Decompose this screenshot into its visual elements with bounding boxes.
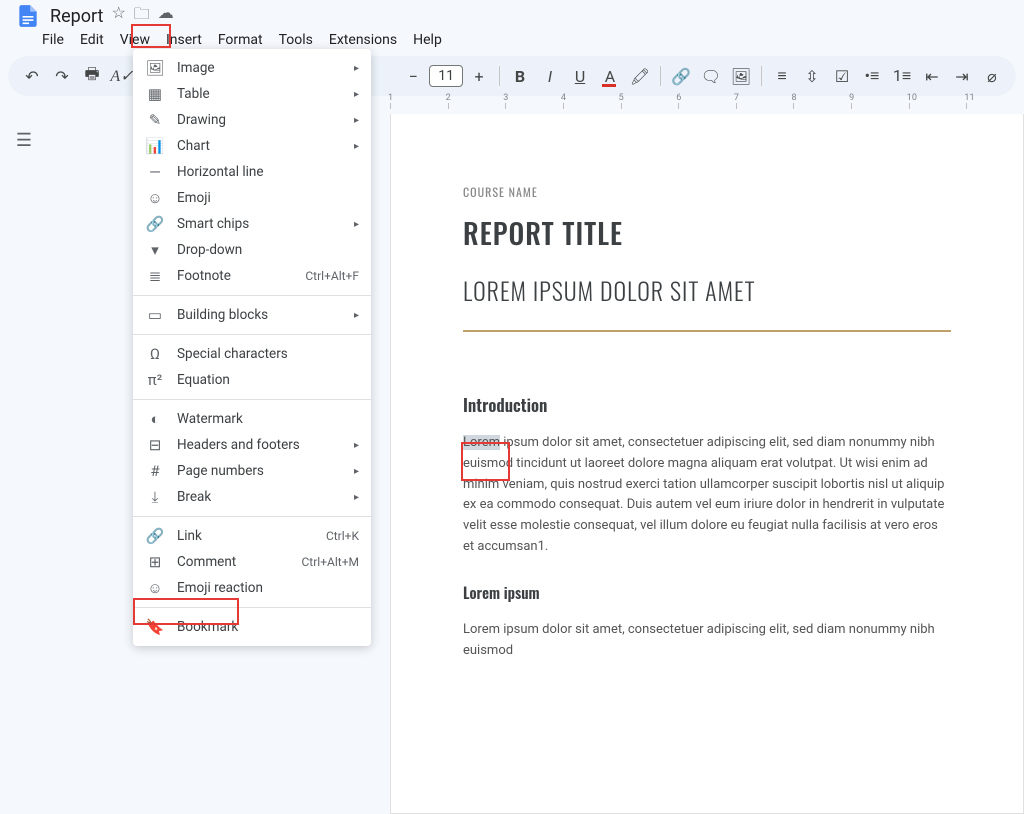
menu-item-smart-chips[interactable]: 🔗Smart chips▸ [133, 211, 371, 237]
submenu-arrow-icon: ▸ [354, 466, 359, 477]
outline-toggle-icon[interactable]: ☰ [16, 130, 32, 644]
menu-item-special-characters[interactable]: ΩSpecial characters [133, 341, 371, 367]
bold-button[interactable]: B [506, 62, 534, 90]
font-size-increase[interactable]: + [465, 62, 493, 90]
drop-down-icon: ▾ [145, 240, 165, 260]
comment-icon: ⊞ [145, 552, 165, 572]
menu-tools[interactable]: Tools [271, 30, 321, 50]
menu-item-chart[interactable]: 📊Chart▸ [133, 133, 371, 159]
course-name-eyebrow: COURSE NAME [463, 184, 951, 201]
introduction-paragraph: Lorem ipsum dolor sit amet, consectetuer… [463, 433, 951, 558]
menu-item-emoji-reaction[interactable]: ☺Emoji reaction [133, 575, 371, 601]
submenu-arrow-icon: ▸ [354, 89, 359, 100]
lorem-ipsum-heading: Lorem ipsum [463, 582, 951, 604]
table-icon: ▦ [145, 84, 165, 104]
print-button[interactable]: 🖶 [78, 62, 106, 90]
equation-icon: π² [145, 370, 165, 390]
chart-icon: 📊 [145, 136, 165, 156]
menu-item-footnote[interactable]: ≣FootnoteCtrl+Alt+F [133, 263, 371, 289]
menu-edit[interactable]: Edit [72, 30, 112, 50]
document-page[interactable]: COURSE NAME REPORT TITLE LOREM IPSUM DOL… [390, 114, 1024, 814]
submenu-arrow-icon: ▸ [354, 492, 359, 503]
insert-link-button[interactable]: 🔗 [667, 62, 695, 90]
font-size-input[interactable]: 11 [429, 65, 463, 87]
menu-item-drawing[interactable]: ✎Drawing▸ [133, 107, 371, 133]
menu-help[interactable]: Help [405, 30, 450, 50]
menu-item-comment[interactable]: ⊞CommentCtrl+Alt+M [133, 549, 371, 575]
menu-item-image[interactable]: 🖼Image▸ [133, 55, 371, 81]
special-characters-icon: Ω [145, 344, 165, 364]
report-subtitle: LOREM IPSUM DOLOR SIT AMET [463, 272, 951, 308]
insert-menu-dropdown: 🖼Image▸▦Table▸✎Drawing▸📊Chart▸―Horizonta… [133, 49, 371, 646]
link-icon: 🔗 [145, 526, 165, 546]
selected-text[interactable]: Lorem [463, 435, 500, 450]
underline-button[interactable]: U [566, 62, 594, 90]
image-icon: 🖼 [145, 58, 165, 78]
bookmark-icon: 🔖 [145, 617, 165, 637]
align-button[interactable]: ≡ [768, 62, 796, 90]
introduction-heading: Introduction [463, 392, 951, 417]
menu-format[interactable]: Format [210, 30, 271, 50]
cloud-icon[interactable]: ☁ [158, 3, 174, 30]
menu-item-watermark[interactable]: ◐Watermark [133, 406, 371, 432]
building-blocks-icon: ▭ [145, 305, 165, 325]
menu-item-emoji[interactable]: ☺Emoji [133, 185, 371, 211]
bulleted-list-button[interactable]: •≡ [858, 62, 886, 90]
move-icon[interactable]: 🗀 [134, 3, 150, 30]
text-color-button[interactable]: A [596, 62, 624, 90]
menu-extensions[interactable]: Extensions [321, 30, 405, 50]
footnote-icon: ≣ [145, 266, 165, 286]
title-horizontal-rule [463, 330, 951, 332]
document-title[interactable]: Report [48, 6, 105, 27]
menu-item-link[interactable]: 🔗LinkCtrl+K [133, 523, 371, 549]
font-size-decrease[interactable]: − [399, 62, 427, 90]
redo-button[interactable]: ↷ [48, 62, 76, 90]
submenu-arrow-icon: ▸ [354, 115, 359, 126]
menu-item-bookmark[interactable]: 🔖Bookmark [133, 614, 371, 640]
clear-formatting-button[interactable]: ⌀ [978, 62, 1006, 90]
star-icon[interactable]: ☆ [111, 3, 125, 30]
numbered-list-button[interactable]: 1≡ [888, 62, 916, 90]
horizontal-line-icon: ― [145, 162, 165, 182]
menu-item-headers-and-footers[interactable]: ⊟Headers and footers▸ [133, 432, 371, 458]
submenu-arrow-icon: ▸ [354, 141, 359, 152]
menu-insert[interactable]: Insert [158, 30, 210, 50]
insert-image-button[interactable]: 🖼 [727, 62, 755, 90]
emoji-reaction-icon: ☺ [145, 578, 165, 598]
menu-file[interactable]: File [34, 30, 72, 50]
headers-and-footers-icon: ⊟ [145, 435, 165, 455]
emoji-icon: ☺ [145, 188, 165, 208]
menu-item-page-numbers[interactable]: #Page numbers▸ [133, 458, 371, 484]
menu-item-table[interactable]: ▦Table▸ [133, 81, 371, 107]
submenu-arrow-icon: ▸ [354, 440, 359, 451]
menu-view[interactable]: View [112, 30, 158, 50]
report-title: REPORT TITLE [463, 213, 951, 254]
undo-button[interactable]: ↶ [18, 62, 46, 90]
insert-comment-button[interactable]: 🗨 [697, 62, 725, 90]
spellcheck-button[interactable]: A✓ [108, 62, 136, 90]
checklist-button[interactable]: ☑ [828, 62, 856, 90]
smart-chips-icon: 🔗 [145, 214, 165, 234]
docs-logo[interactable] [8, 0, 48, 33]
italic-button[interactable]: I [536, 62, 564, 90]
decrease-indent-button[interactable]: ⇤ [918, 62, 946, 90]
break-icon: ⤓ [145, 487, 165, 507]
page-numbers-icon: # [145, 461, 165, 481]
submenu-arrow-icon: ▸ [354, 63, 359, 74]
menu-item-break[interactable]: ⤓Break▸ [133, 484, 371, 510]
increase-indent-button[interactable]: ⇥ [948, 62, 976, 90]
submenu-arrow-icon: ▸ [354, 219, 359, 230]
menu-item-drop-down[interactable]: ▾Drop-down [133, 237, 371, 263]
menu-item-horizontal-line[interactable]: ―Horizontal line [133, 159, 371, 185]
drawing-icon: ✎ [145, 110, 165, 130]
line-spacing-button[interactable]: ⇳ [798, 62, 826, 90]
menu-item-building-blocks[interactable]: ▭Building blocks▸ [133, 302, 371, 328]
watermark-icon: ◐ [145, 409, 165, 429]
menu-item-equation[interactable]: π²Equation [133, 367, 371, 393]
second-paragraph: Lorem ipsum dolor sit amet, consectetuer… [463, 620, 951, 662]
submenu-arrow-icon: ▸ [354, 310, 359, 321]
highlight-button[interactable]: 🖍 [626, 62, 654, 90]
